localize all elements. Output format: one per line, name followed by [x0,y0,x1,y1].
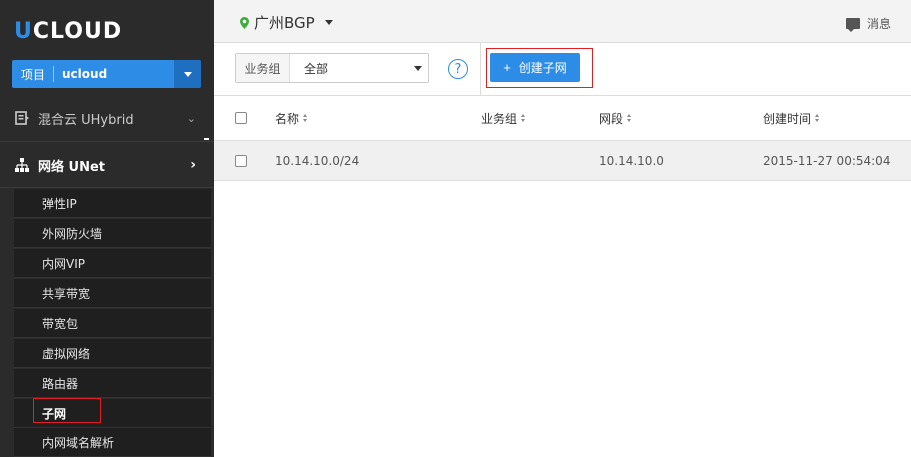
sort-icon [815,114,820,122]
highlight-box [486,48,593,88]
project-value: ucloud [62,67,108,81]
toolbar: 业务组 全部 ? + 创建子网 [214,43,911,96]
hybrid-icon [15,111,29,125]
chevron-right-icon: › [190,157,196,173]
region-label: 广州BGP [254,14,315,32]
project-label: 项目 [21,67,46,82]
help-icon[interactable]: ? [448,59,468,79]
messages-link[interactable]: 消息 [845,15,891,32]
column-header-segment[interactable]: 网段 [599,96,632,140]
sidebar-item-firewall[interactable]: 外网防火墙 [14,219,211,248]
divider-marker [204,138,209,140]
sidebar-divider [0,141,214,142]
cell-created: 2015-11-27 00:54:04 [763,153,891,168]
sidebar-group-label: 网络 UNet [38,159,105,175]
sort-icon [303,114,308,122]
business-group-label: 业务组 [236,54,290,82]
sidebar-item-vip[interactable]: 内网VIP [14,249,211,278]
message-icon [845,18,860,32]
ucloud-logo[interactable]: UCLOUD [14,19,122,44]
sidebar-divider [0,187,214,188]
toolbar-divider [480,43,481,95]
project-selector[interactable]: 项目 ucloud [12,60,201,88]
cell-name: 10.14.10.0/24 [275,153,360,168]
chevron-down-icon: ⌄ [186,111,196,125]
column-header-created[interactable]: 创建时间 [763,96,820,140]
table-header: 名称 业务组 网段 创建时间 [214,96,911,141]
highlight-box [33,398,101,423]
sort-icon [627,114,632,122]
row-select-cell [235,141,247,180]
sort-icon [521,114,526,122]
top-bar: 广州BGP 消息 [214,0,911,43]
sidebar-item-vpc[interactable]: 虚拟网络 [14,339,211,368]
select-all-checkbox[interactable] [235,112,247,124]
sidebar-group-unet[interactable]: 网络 UNet › [0,148,214,182]
business-group-value: 全部 [304,61,329,76]
chevron-down-icon [414,65,422,71]
chevron-down-icon [324,20,333,25]
business-group-select[interactable]: 业务组 全部 [235,53,429,83]
project-dropdown-button[interactable] [174,60,201,88]
sidebar-group-uhybrid[interactable]: 混合云 UHybrid ⌄ [0,102,214,134]
subnet-table: 名称 业务组 网段 创建时间 10.14.10.0/24 10.14.10.0 … [214,96,911,181]
sidebar-item-shared-bandwidth[interactable]: 共享带宽 [14,279,211,308]
sidebar-item-eip[interactable]: 弹性IP [14,189,211,218]
select-all-cell [235,96,247,140]
location-pin-icon [240,16,249,29]
project-separator [53,66,55,82]
row-checkbox[interactable] [235,154,247,167]
sidebar-group-label: 混合云 UHybrid [38,112,134,128]
messages-label: 消息 [866,17,891,31]
network-icon [15,158,29,172]
region-selector[interactable]: 广州BGP [240,12,333,33]
sidebar-item-bandwidth-package[interactable]: 带宽包 [14,309,211,338]
cell-segment: 10.14.10.0 [599,153,664,168]
table-row[interactable]: 10.14.10.0/24 10.14.10.0 2015-11-27 00:5… [214,141,911,181]
sidebar: UCLOUD 项目 ucloud 混合云 UHybrid ⌄ 网络 UNet ›… [0,0,214,457]
sidebar-item-private-dns[interactable]: 内网域名解析 [14,428,211,457]
column-header-group[interactable]: 业务组 [481,96,526,140]
chevron-down-icon [183,71,192,77]
column-header-name[interactable]: 名称 [275,96,308,140]
sidebar-item-router[interactable]: 路由器 [14,369,211,398]
